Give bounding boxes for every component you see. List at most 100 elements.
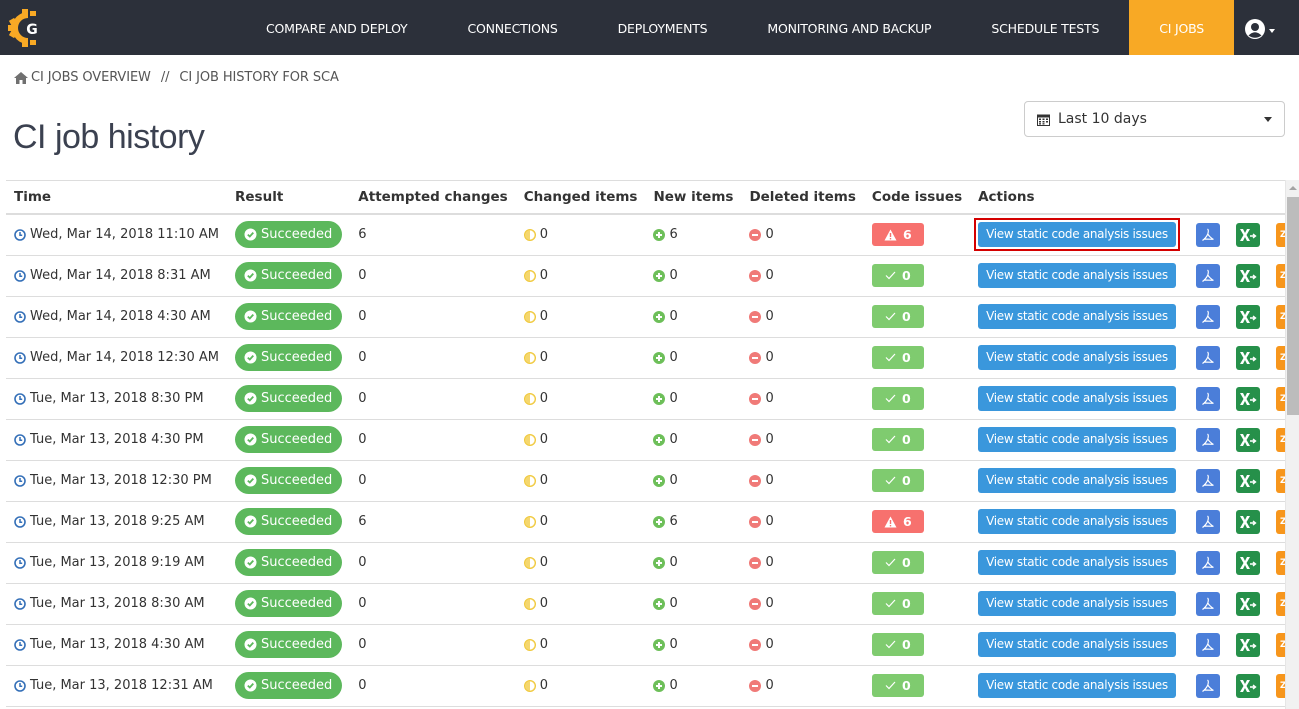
export-excel-button[interactable] bbox=[1235, 345, 1260, 370]
code-issues-badge: 0 bbox=[871, 346, 924, 369]
scroll-up-arrow-icon[interactable] bbox=[1289, 186, 1297, 190]
column-header-attempted-changes[interactable]: Attempted changes bbox=[350, 181, 516, 215]
nav-item-schedule-tests[interactable]: SCHEDULE TESTS bbox=[961, 0, 1129, 55]
download-pdf-button[interactable] bbox=[1195, 509, 1220, 534]
column-header-new-items[interactable]: New items bbox=[645, 181, 742, 215]
view-static-code-analysis-button[interactable]: View static code analysis issues bbox=[978, 345, 1176, 370]
download-zip-button[interactable]: ZIP bbox=[1275, 386, 1285, 411]
nav-item-ci-jobs[interactable]: CI JOBS bbox=[1129, 0, 1235, 55]
export-excel-button[interactable] bbox=[1235, 263, 1260, 288]
download-pdf-button[interactable] bbox=[1195, 345, 1220, 370]
date-range-value: Last 10 days bbox=[1058, 111, 1147, 127]
export-excel-button[interactable] bbox=[1235, 222, 1260, 247]
download-pdf-button[interactable] bbox=[1195, 673, 1220, 698]
code-issues-cell: 0 bbox=[863, 296, 971, 338]
pdf-icon bbox=[1201, 597, 1214, 610]
view-button-wrapper: View static code analysis issues bbox=[974, 464, 1180, 497]
column-header-time[interactable]: Time bbox=[6, 181, 227, 215]
download-zip-button[interactable]: ZIP bbox=[1275, 673, 1285, 698]
view-static-code-analysis-button[interactable]: View static code analysis issues bbox=[978, 550, 1176, 575]
clock-icon bbox=[14, 351, 26, 364]
export-excel-button[interactable] bbox=[1235, 591, 1260, 616]
nav-item-monitoring-and-backup[interactable]: MONITORING AND BACKUP bbox=[737, 0, 961, 55]
export-excel-button[interactable] bbox=[1235, 509, 1260, 534]
view-static-code-analysis-button[interactable]: View static code analysis issues bbox=[978, 222, 1176, 248]
check-circle-icon bbox=[244, 269, 257, 282]
job-time: Tue, Mar 13, 2018 8:30 PM bbox=[30, 391, 204, 406]
nav-item-connections[interactable]: CONNECTIONS bbox=[437, 0, 587, 55]
export-excel-button[interactable] bbox=[1235, 427, 1260, 452]
download-zip-button[interactable]: ZIP bbox=[1275, 304, 1285, 329]
column-header-result[interactable]: Result bbox=[227, 181, 351, 215]
download-pdf-button[interactable] bbox=[1195, 222, 1220, 247]
vertical-scrollbar[interactable] bbox=[1285, 180, 1299, 709]
view-static-code-analysis-button[interactable]: View static code analysis issues bbox=[978, 427, 1176, 452]
column-header-deleted-items[interactable]: Deleted items bbox=[741, 181, 864, 215]
download-zip-button[interactable]: ZIP bbox=[1275, 632, 1285, 657]
download-zip-button[interactable]: ZIP bbox=[1275, 550, 1285, 575]
view-button-wrapper: View static code analysis issues bbox=[974, 218, 1180, 252]
download-pdf-button[interactable] bbox=[1195, 632, 1220, 657]
excel-export-icon bbox=[1239, 228, 1257, 241]
column-header-changed-items[interactable]: Changed items bbox=[515, 181, 646, 215]
download-pdf-button[interactable] bbox=[1195, 263, 1220, 288]
download-zip-button[interactable]: ZIP bbox=[1275, 468, 1285, 493]
view-static-code-analysis-button[interactable]: View static code analysis issues bbox=[978, 509, 1176, 534]
deleted-items-count: 0 bbox=[765, 350, 774, 365]
user-menu-dropdown[interactable] bbox=[1244, 16, 1284, 42]
changed-items-cell: 0 bbox=[515, 378, 646, 420]
view-static-code-analysis-button[interactable]: View static code analysis issues bbox=[978, 591, 1176, 616]
code-issues-count: 0 bbox=[902, 309, 911, 324]
clock-icon bbox=[14, 556, 26, 569]
column-header-code-issues[interactable]: Code issues bbox=[863, 181, 971, 215]
changed-items-count: 0 bbox=[539, 473, 548, 488]
download-zip-button[interactable]: ZIP bbox=[1275, 591, 1285, 616]
nav-item-compare-and-deploy[interactable]: COMPARE AND DEPLOY bbox=[236, 0, 437, 55]
result-cell: Succeeded bbox=[227, 255, 351, 297]
export-excel-button[interactable] bbox=[1235, 632, 1260, 657]
export-excel-button[interactable] bbox=[1235, 304, 1260, 329]
changed-half-circle-icon bbox=[523, 556, 536, 569]
time-cell: Tue, Mar 13, 2018 12:30 PM bbox=[6, 460, 227, 502]
download-pdf-button[interactable] bbox=[1195, 468, 1220, 493]
export-excel-button[interactable] bbox=[1235, 468, 1260, 493]
check-icon bbox=[885, 435, 896, 444]
export-excel-button[interactable] bbox=[1235, 550, 1260, 575]
view-static-code-analysis-button[interactable]: View static code analysis issues bbox=[978, 386, 1176, 411]
result-label: Succeeded bbox=[261, 555, 333, 570]
download-pdf-button[interactable] bbox=[1195, 427, 1220, 452]
view-static-code-analysis-button[interactable]: View static code analysis issues bbox=[978, 632, 1176, 657]
export-excel-button[interactable] bbox=[1235, 673, 1260, 698]
code-issues-count: 6 bbox=[903, 514, 912, 529]
download-pdf-button[interactable] bbox=[1195, 304, 1220, 329]
download-zip-button[interactable]: ZIP bbox=[1275, 345, 1285, 370]
nav-item-deployments[interactable]: DEPLOYMENTS bbox=[588, 0, 738, 55]
time-cell: Tue, Mar 13, 2018 8:30 AM bbox=[6, 583, 227, 625]
date-range-select[interactable]: Last 10 days bbox=[1024, 101, 1285, 137]
new-items-cell: 0 bbox=[645, 624, 742, 666]
view-static-code-analysis-button[interactable]: View static code analysis issues bbox=[978, 468, 1176, 493]
view-static-code-analysis-button[interactable]: View static code analysis issues bbox=[978, 304, 1176, 329]
code-issues-count: 0 bbox=[902, 432, 911, 447]
download-zip-button[interactable]: ZIP bbox=[1275, 222, 1285, 247]
changed-half-circle-icon bbox=[523, 433, 536, 446]
code-issues-count: 0 bbox=[902, 596, 911, 611]
breadcrumb-ci-jobs-overview[interactable]: CI JOBS OVERVIEW bbox=[31, 70, 151, 85]
scrollbar-thumb[interactable] bbox=[1287, 197, 1299, 415]
result-label: Succeeded bbox=[261, 637, 333, 652]
download-pdf-button[interactable] bbox=[1195, 386, 1220, 411]
app-logo[interactable]: G bbox=[8, 8, 48, 48]
changed-half-circle-icon bbox=[523, 392, 536, 405]
export-excel-button[interactable] bbox=[1235, 386, 1260, 411]
view-static-code-analysis-button[interactable]: View static code analysis issues bbox=[978, 673, 1176, 698]
download-pdf-button[interactable] bbox=[1195, 591, 1220, 616]
download-zip-button[interactable]: ZIP bbox=[1275, 509, 1285, 534]
job-time: Wed, Mar 14, 2018 8:31 AM bbox=[30, 268, 211, 283]
view-static-code-analysis-button[interactable]: View static code analysis issues bbox=[978, 263, 1176, 288]
download-zip-button[interactable]: ZIP bbox=[1275, 263, 1285, 288]
code-issues-count: 0 bbox=[902, 350, 911, 365]
result-cell: Succeeded bbox=[227, 460, 351, 502]
download-zip-button[interactable]: ZIP bbox=[1275, 427, 1285, 452]
download-pdf-button[interactable] bbox=[1195, 550, 1220, 575]
code-issues-count: 0 bbox=[902, 268, 911, 283]
